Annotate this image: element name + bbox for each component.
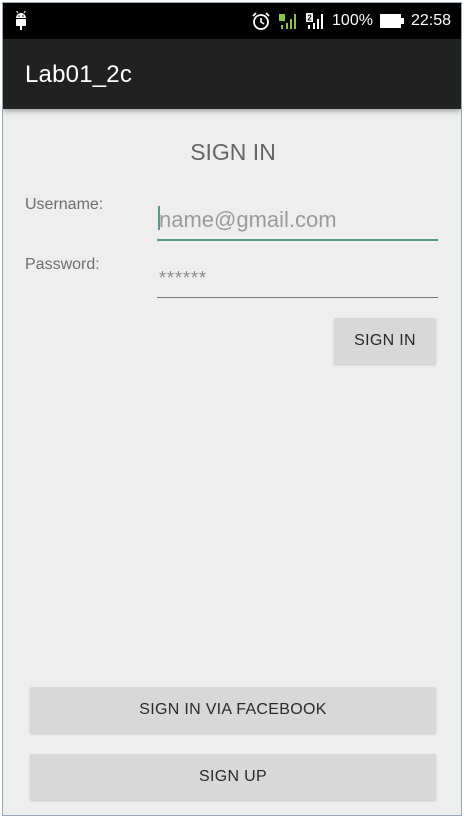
username-label: Username: [25,196,104,213]
password-label: Password: [25,256,100,273]
signal-sim1-icon [279,14,297,29]
text-cursor [158,206,160,230]
app-window: 2 100% 22:58 Lab01_2c SIGN IN Username: … [2,2,462,816]
android-icon [16,10,26,30]
alarm-icon [252,12,270,30]
app-title: Lab01_2c [25,61,133,88]
sign-in-button[interactable]: SIGN IN [334,318,436,364]
status-bar: 2 100% 22:58 [3,3,461,39]
sign-in-heading: SIGN IN [3,139,461,166]
app-bar: Lab01_2c [3,39,461,109]
sign-in-facebook-button[interactable]: SIGN IN VIA FACEBOOK [30,687,436,733]
password-field[interactable] [157,259,438,298]
signal-sim2-icon: 2 [306,13,324,29]
username-field[interactable] [157,201,438,241]
battery-percent: 100% [332,12,373,29]
sign-in-heading-text: SIGN IN [190,139,276,165]
sign-up-button[interactable]: SIGN UP [30,754,436,800]
sim2-label: 2 [307,14,312,23]
clock: 22:58 [410,12,451,29]
status-icons: 2 100% 22:58 [251,3,451,39]
battery-icon [379,14,404,28]
